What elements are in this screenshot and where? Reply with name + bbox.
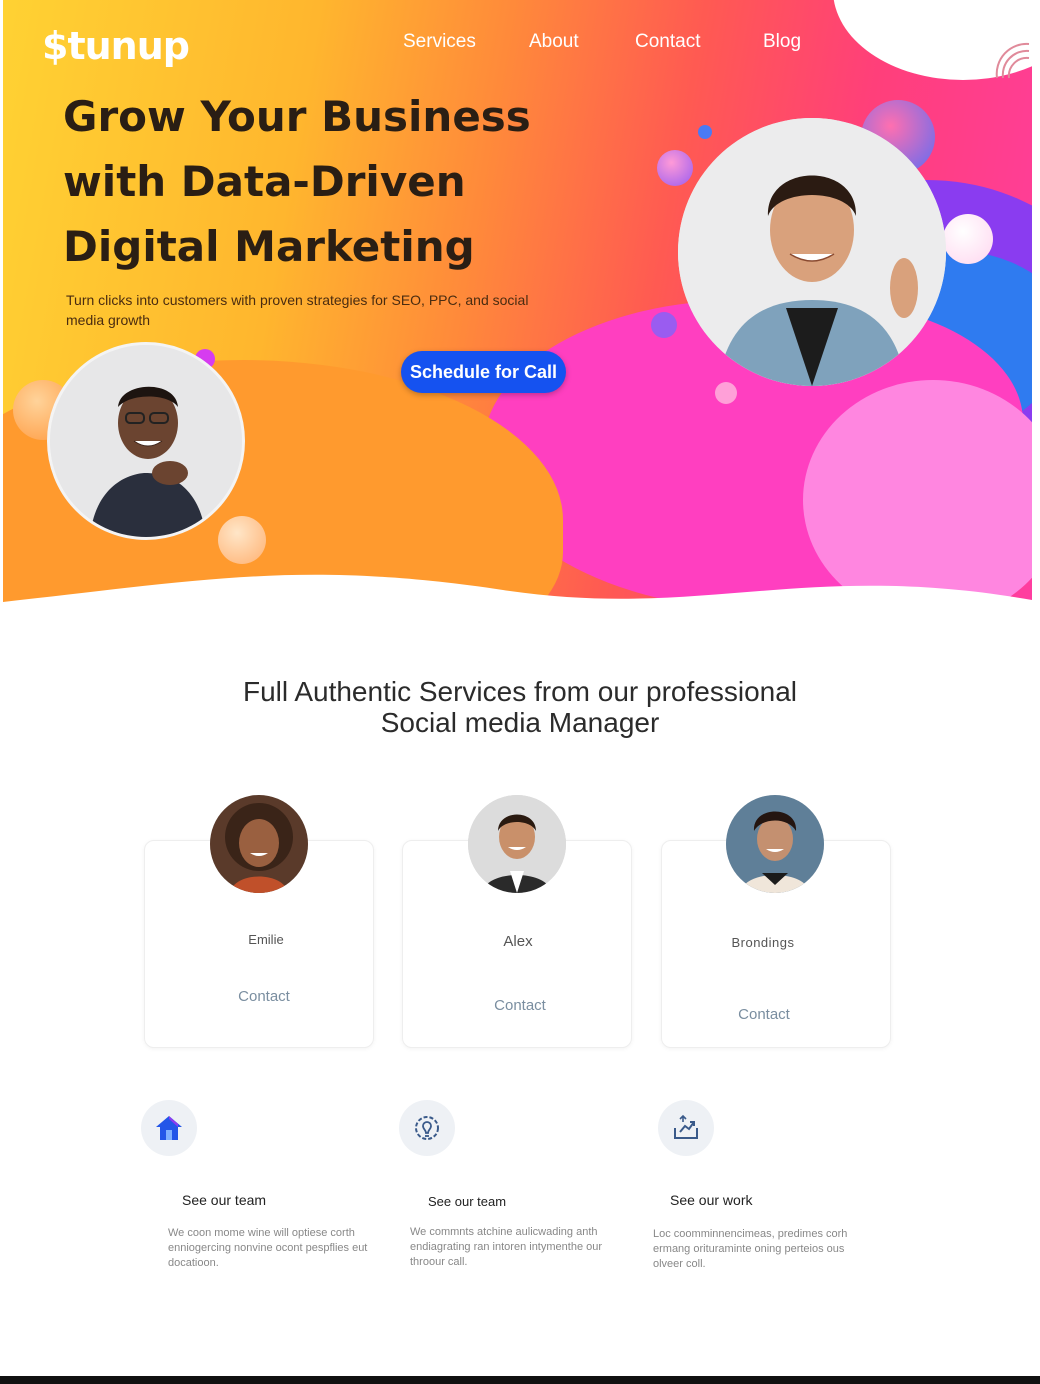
hero-bubble-6 — [715, 382, 737, 404]
feature-3-text: Loc coomminnencimeas, predimes corh erma… — [653, 1228, 848, 1270]
services-title-line-1: Full Authentic Services from our profess… — [242, 676, 798, 707]
hero-bubble-4 — [943, 214, 993, 264]
hero-bubble-2 — [657, 150, 693, 186]
person-silhouette-icon — [726, 795, 824, 893]
feature-2-title: See our team — [428, 1194, 507, 1209]
nav-link-services[interactable]: Services — [403, 31, 476, 53]
hero-title-line-1: Grow Your Business — [63, 92, 531, 141]
person-silhouette-icon — [678, 118, 946, 386]
feature-1-title: See our team — [182, 1192, 267, 1208]
person-silhouette-icon — [210, 795, 308, 893]
hero-title: Grow Your Business with Data-Driven Digi… — [63, 84, 583, 279]
contact-link-brondings[interactable]: Contact — [650, 1006, 878, 1023]
services-title-line-2: Social media Manager — [380, 707, 660, 738]
feature-2-icon-wrap — [399, 1100, 455, 1156]
schedule-call-button[interactable]: Schedule for Call — [401, 351, 566, 393]
hero-photo-man-glasses — [47, 342, 245, 540]
hero-title-line-2: with Data-Driven — [63, 157, 466, 206]
nav-link-blog[interactable]: Blog — [763, 31, 801, 53]
hero-bubble-3 — [698, 125, 712, 139]
nav-link-about[interactable]: About — [529, 31, 579, 53]
person-silhouette-icon — [468, 795, 566, 893]
nav-link-contact[interactable]: Contact — [635, 31, 700, 53]
feature-3-title: See our work — [670, 1192, 753, 1208]
house-icon — [156, 1116, 182, 1140]
arc-decoration-icon — [995, 42, 1030, 79]
avatar-alex — [468, 795, 566, 893]
avatar-emilie — [210, 795, 308, 893]
lightbulb-gear-icon — [415, 1116, 439, 1140]
contact-link-alex[interactable]: Contact — [406, 997, 634, 1014]
member-name-emilie: Emilie — [248, 932, 284, 947]
feature-1-icon-wrap — [141, 1100, 197, 1156]
avatar-brondings — [726, 795, 824, 893]
member-name-brondings: Brondings — [731, 935, 795, 950]
hero-subtitle: Turn clicks into customers with proven s… — [66, 292, 529, 328]
feature-3-icon-wrap — [658, 1100, 714, 1156]
services-section-title: Full Authentic Services from our profess… — [0, 676, 1040, 738]
hero-bubble-5 — [651, 312, 677, 338]
bottom-bar — [0, 1376, 1040, 1384]
contact-link-emilie[interactable]: Contact — [150, 988, 378, 1005]
feature-1-text: We coon mome wine will optiese corth enn… — [168, 1227, 368, 1269]
brand-logo[interactable]: $tunup — [42, 24, 190, 68]
feature-2-text: We commnts atchine aulicwading anth endi… — [410, 1226, 603, 1268]
hero-title-line-3: Digital Marketing — [63, 222, 475, 271]
member-name-alex: Alex — [503, 933, 533, 950]
hero-photo-man-waving — [678, 118, 946, 386]
chart-upload-icon — [674, 1114, 698, 1139]
person-silhouette-icon — [50, 345, 242, 537]
